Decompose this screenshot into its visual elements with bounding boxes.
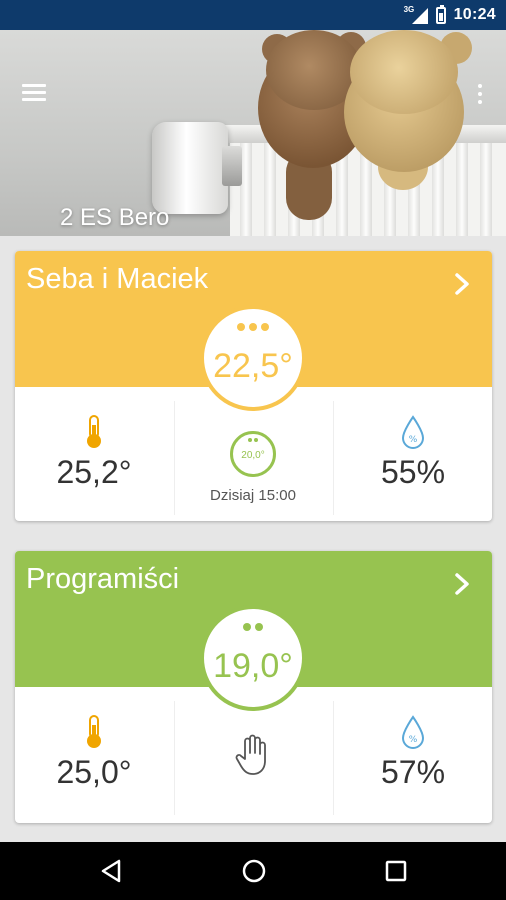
current-humidity: 55% [380,454,446,490]
recents-icon[interactable] [381,856,411,886]
humidity-drop-icon: % [401,715,425,749]
svg-text:%: % [409,735,418,745]
chevron-right-icon[interactable] [452,271,472,297]
home-header: 2 ES Bero [0,30,506,236]
current-temperature: 25,2° [56,454,132,490]
schedule-time: Dzisiaj 15:00 [210,487,296,504]
setpoint-temperature: 19,0° [213,647,293,685]
divider [174,701,175,815]
mode-temperature: 20,0° [241,450,265,461]
system-nav-bar [0,842,506,900]
room-card[interactable]: Seba i Maciek 22,5° 25,2° 20,0° Dzisiaj … [15,251,492,521]
setpoint-temperature: 22,5° [213,347,293,385]
room-name: Seba i Maciek [26,263,209,295]
room-name: Programiści [26,563,180,595]
home-icon[interactable] [239,856,269,886]
menu-icon[interactable] [22,84,48,104]
home-title: 2 ES Bero [60,204,170,231]
humidity-drop-icon: % [401,415,425,449]
back-icon[interactable] [97,856,127,886]
hand-manual-icon [235,734,266,775]
room-card[interactable]: Programiści 19,0° 25,0° % 57% [15,551,492,823]
battery-icon [435,4,446,24]
thermometer-icon [87,415,101,448]
chevron-right-icon[interactable] [452,571,472,597]
setpoint-dial[interactable]: 22,5° [200,305,306,411]
divider [333,701,334,815]
svg-text:%: % [409,435,418,445]
more-vert-icon[interactable] [470,82,490,106]
signal-icon: 3G [404,5,428,24]
status-bar: 3G 10:24 [0,0,506,30]
current-humidity: 57% [380,754,446,790]
clock: 10:24 [453,6,496,23]
current-temperature: 25,0° [56,754,132,790]
schedule-mode-icon: 20,0° [230,431,276,477]
level-dots-icon [204,623,302,631]
thermometer-icon [87,715,101,748]
level-dots-icon [204,323,302,331]
setpoint-dial[interactable]: 19,0° [200,605,306,711]
